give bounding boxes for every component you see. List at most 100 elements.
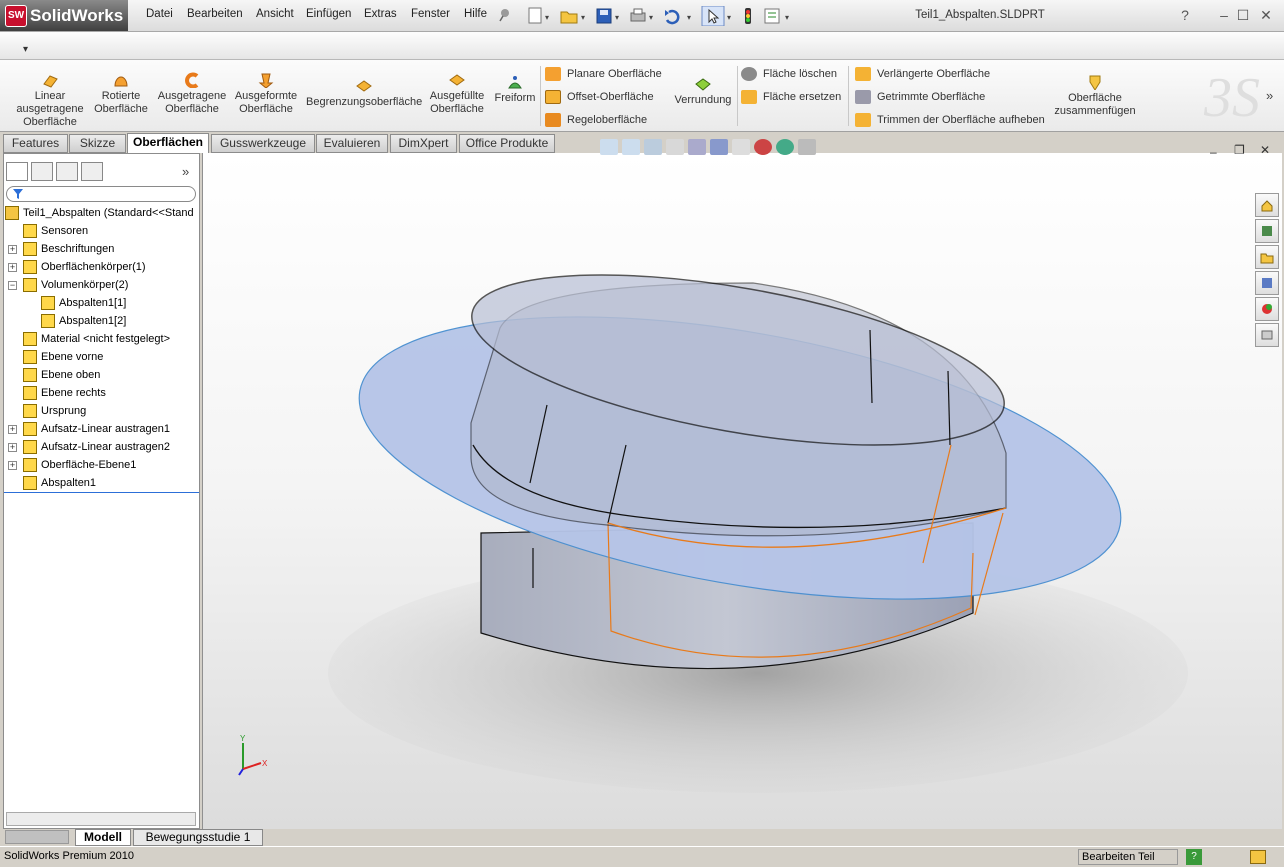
planar-surface-button[interactable]: Planare Oberfläche xyxy=(545,65,662,83)
appearances-icon[interactable] xyxy=(1255,297,1279,321)
tree-item[interactable]: + Aufsatz-Linear austragen1 xyxy=(3,420,198,438)
view-settings-icon[interactable] xyxy=(798,139,816,155)
menu-fenster[interactable]: Fenster xyxy=(411,8,450,20)
feature-tree-tab-icon[interactable] xyxy=(6,162,28,181)
tree-item[interactable]: Abspalten1[1] xyxy=(3,294,198,312)
tree-node-icon xyxy=(23,476,37,490)
minimize-button[interactable]: – xyxy=(1215,6,1233,24)
section-view-icon[interactable] xyxy=(666,139,684,155)
sweep-surface-button[interactable]: Ausgetragene Oberfläche xyxy=(154,72,230,116)
knit-surface-button[interactable]: Oberfläche zusammenfügen xyxy=(1052,74,1138,118)
tree-item[interactable]: Ebene rechts xyxy=(3,384,198,402)
tab-evaluieren[interactable]: Evaluieren xyxy=(316,134,388,153)
graphics-viewport[interactable]: Y X – ❐ ✕ xyxy=(202,143,1282,829)
viewport-restore[interactable]: ❐ xyxy=(1234,143,1245,157)
tab-dimxpert[interactable]: DimXpert xyxy=(390,134,457,153)
expand-toggle-icon[interactable]: − xyxy=(8,280,17,290)
menu-ansicht[interactable]: Ansicht xyxy=(256,8,294,20)
boundary-surface-button[interactable]: Begrenzungsoberfläche xyxy=(306,78,422,109)
property-manager-tab-icon[interactable] xyxy=(31,162,53,181)
horizontal-scrollbar[interactable] xyxy=(6,812,196,826)
untrim-surface-button[interactable]: Trimmen der Oberfläche aufheben xyxy=(855,111,1045,129)
tree-item[interactable]: Abspalten1[2] xyxy=(3,312,198,330)
chevron-down-icon[interactable]: ▾ xyxy=(23,44,28,55)
tab-office-produkte[interactable]: Office Produkte xyxy=(459,134,555,153)
tree-item[interactable]: Ursprung xyxy=(3,402,198,420)
tree-root[interactable]: Teil1_Abspalten (Standard<<Stand xyxy=(3,204,198,222)
tab-skizze[interactable]: Skizze xyxy=(69,134,126,153)
tree-item[interactable]: − Volumenkörper(2) xyxy=(3,276,198,294)
filled-surface-button[interactable]: Ausgefüllte Oberfläche xyxy=(424,72,490,116)
tree-item[interactable]: Abspalten1 xyxy=(3,474,198,492)
expand-toggle-icon[interactable]: + xyxy=(8,424,17,434)
hide-show-icon[interactable] xyxy=(732,139,750,155)
tab-features[interactable]: Features xyxy=(3,134,68,153)
tab-motion-study[interactable]: Bewegungsstudie 1 xyxy=(133,829,263,846)
appearance-icon[interactable] xyxy=(754,139,772,155)
tree-item[interactable]: + Aufsatz-Linear austragen2 xyxy=(3,438,198,456)
menu-einfuegen[interactable]: Einfügen xyxy=(306,8,351,20)
offset-surface-button[interactable]: Offset-Oberfläche xyxy=(545,88,662,106)
configuration-manager-tab-icon[interactable] xyxy=(56,162,78,181)
extend-surface-button[interactable]: Verlängerte Oberfläche xyxy=(855,65,1045,83)
menu-bearbeiten[interactable]: Bearbeiten xyxy=(187,8,243,20)
view-orientation-icon[interactable] xyxy=(688,139,706,155)
tree-node-icon xyxy=(41,314,55,328)
tab-oberflaechen[interactable]: Oberflächen xyxy=(127,133,209,153)
tree-item[interactable]: Ebene vorne xyxy=(3,348,198,366)
ruled-surface-button[interactable]: Regeloberfläche xyxy=(545,111,662,129)
expand-toggle-icon[interactable]: + xyxy=(8,460,17,470)
fillet-button[interactable]: Verrundung xyxy=(670,76,736,107)
tree-item[interactable]: + Oberfläche-Ebene1 xyxy=(3,456,198,474)
solidworks-logo[interactable]: SW SolidWorks xyxy=(0,0,128,31)
help-button[interactable]: ? xyxy=(1176,6,1194,24)
delete-face-button[interactable]: Fläche löschen xyxy=(741,65,841,83)
viewport-minimize[interactable]: – xyxy=(1210,145,1217,159)
tab-modell[interactable]: Modell xyxy=(75,829,131,846)
pin-icon[interactable] xyxy=(497,7,513,23)
linear-surface-button[interactable]: Linear ausgetragene Oberfläche xyxy=(14,72,86,129)
tree-item[interactable]: Material <nicht festgelegt> xyxy=(3,330,198,348)
tree-item[interactable]: + Oberflächenkörper(1) xyxy=(3,258,198,276)
revolve-surface-button[interactable]: Rotierte Oberfläche xyxy=(92,72,150,116)
design-library-icon[interactable] xyxy=(1255,219,1279,243)
rebuild-status-icon[interactable] xyxy=(1250,850,1266,864)
quick-access-toolbar[interactable]: ▾ ▾ ▾ ▾ ▾ ▾ ▾ xyxy=(527,6,807,26)
menu-datei[interactable]: Datei xyxy=(146,8,173,20)
dimxpert-manager-tab-icon[interactable] xyxy=(81,162,103,181)
freeform-button[interactable]: Freiform xyxy=(492,74,538,105)
tab-gusswerkzeuge[interactable]: Gusswerkzeuge xyxy=(211,134,315,153)
scene-icon[interactable] xyxy=(776,139,794,155)
pane-more-button[interactable]: » xyxy=(182,164,189,179)
tree-item-label: Oberfläche-Ebene1 xyxy=(41,459,137,471)
rollback-bar[interactable] xyxy=(4,492,199,493)
filter-input[interactable] xyxy=(6,186,196,202)
menu-hilfe[interactable]: Hilfe xyxy=(464,8,487,20)
tree-item[interactable]: Sensoren xyxy=(3,222,198,240)
ribbon-divider xyxy=(848,66,849,126)
replace-face-button[interactable]: Fläche ersetzen xyxy=(741,88,841,106)
fillet-label: Verrundung xyxy=(674,94,732,106)
view-palette-icon[interactable] xyxy=(1255,271,1279,295)
home-icon[interactable] xyxy=(1255,193,1279,217)
display-style-icon[interactable] xyxy=(710,139,728,155)
expand-toggle-icon[interactable]: + xyxy=(8,262,17,272)
previous-view-icon[interactable] xyxy=(644,139,662,155)
help-status-icon[interactable]: ? xyxy=(1186,849,1202,865)
tab-scroll-buttons[interactable] xyxy=(5,830,69,844)
loft-surface-button[interactable]: Ausgeformte Oberfläche xyxy=(232,72,300,116)
custom-properties-icon[interactable] xyxy=(1255,323,1279,347)
expand-toggle-icon[interactable]: + xyxy=(8,442,17,452)
expand-toggle-icon[interactable]: + xyxy=(8,244,17,254)
maximize-button[interactable]: ☐ xyxy=(1234,6,1252,24)
ribbon-more-button[interactable]: » xyxy=(1266,88,1273,103)
file-explorer-icon[interactable] xyxy=(1255,245,1279,269)
close-button[interactable]: ✕ xyxy=(1257,6,1275,24)
zoom-to-fit-icon[interactable] xyxy=(600,139,618,155)
trim-surface-button[interactable]: Getrimmte Oberfläche xyxy=(855,88,1045,106)
tree-item[interactable]: Ebene oben xyxy=(3,366,198,384)
menu-extras[interactable]: Extras xyxy=(364,8,397,20)
viewport-close[interactable]: ✕ xyxy=(1260,143,1270,157)
tree-item[interactable]: + Beschriftungen xyxy=(3,240,198,258)
zoom-area-icon[interactable] xyxy=(622,139,640,155)
